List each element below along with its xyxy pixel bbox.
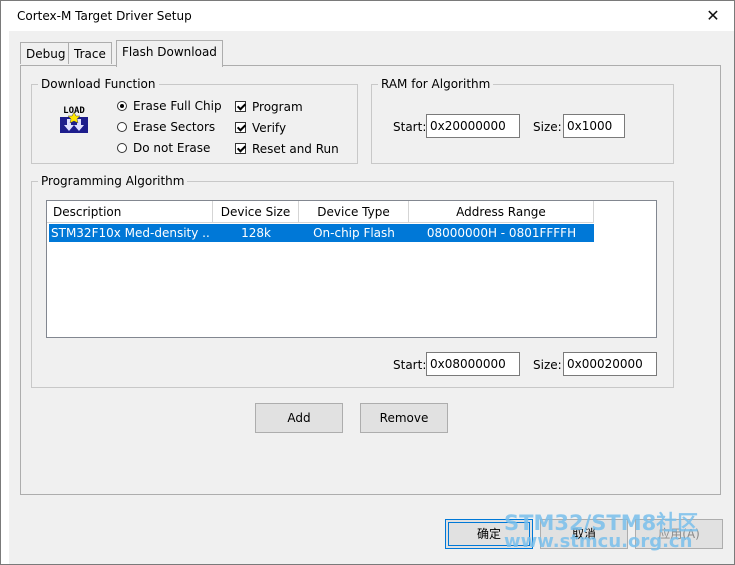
- column-header-description[interactable]: Description: [47, 201, 213, 223]
- radio-dot: [117, 101, 127, 111]
- window-title: Cortex-M Target Driver Setup: [17, 9, 192, 23]
- checkbox-reset-and-run[interactable]: Reset and Run: [235, 142, 339, 156]
- download-function-legend: Download Function: [38, 76, 159, 92]
- checkbox-program[interactable]: Program: [235, 100, 303, 114]
- checkbox-verify[interactable]: Verify: [235, 121, 286, 135]
- tab-flash-download[interactable]: Flash Download: [116, 40, 223, 67]
- tab-debug[interactable]: Debug: [20, 42, 72, 64]
- ram-start-label: Start:: [393, 120, 427, 134]
- algorithm-list-header: Description Device Size Device Type Addr…: [47, 201, 656, 223]
- column-header-device-size[interactable]: Device Size: [213, 201, 299, 223]
- watermark-line-2: www.stmcu.org.cn: [504, 531, 693, 552]
- ok-button-label: 确定: [476, 527, 501, 541]
- flash-start-input[interactable]: 0x08000000: [426, 352, 520, 376]
- table-row[interactable]: STM32F10x Med-density ... 128k On-chip F…: [49, 224, 594, 242]
- radio-erase-sectors[interactable]: Erase Sectors: [117, 120, 215, 134]
- radio-dot: [117, 143, 127, 153]
- radio-dot: [117, 122, 127, 132]
- ram-size-label: Size:: [533, 120, 562, 134]
- checkbox-box: [235, 101, 246, 112]
- radio-erase-full-chip[interactable]: Erase Full Chip: [117, 99, 222, 113]
- checkbox-label: Program: [252, 100, 303, 114]
- checkbox-label: Reset and Run: [252, 142, 339, 156]
- tab-trace[interactable]: Trace: [68, 42, 112, 64]
- cell-description: STM32F10x Med-density ...: [51, 226, 211, 240]
- dialog-window: Cortex-M Target Driver Setup ✕ Debug Tra…: [0, 0, 735, 565]
- ram-for-algorithm-legend: RAM for Algorithm: [378, 76, 494, 92]
- checkbox-box: [235, 122, 246, 133]
- title-bar[interactable]: Cortex-M Target Driver Setup ✕: [1, 1, 734, 31]
- ram-size-input[interactable]: 0x1000: [563, 114, 625, 138]
- checkbox-label: Verify: [252, 121, 287, 135]
- column-header-address-range[interactable]: Address Range: [409, 201, 594, 223]
- flash-start-label: Start:: [393, 358, 427, 372]
- close-icon[interactable]: ✕: [702, 5, 724, 27]
- radio-do-not-erase[interactable]: Do not Erase: [117, 141, 210, 155]
- cell-address-range: 08000000H - 0801FFFFH: [426, 226, 577, 240]
- tab-trace-label: Trace: [74, 47, 106, 61]
- radio-label: Erase Sectors: [133, 120, 216, 134]
- radio-label: Do not Erase: [133, 141, 211, 155]
- tab-debug-label: Debug: [26, 47, 66, 61]
- algorithm-list[interactable]: Description Device Size Device Type Addr…: [46, 200, 657, 338]
- cell-device-size: 128k: [241, 226, 271, 240]
- flash-size-input[interactable]: 0x00020000: [563, 352, 657, 376]
- remove-button[interactable]: Remove: [360, 403, 448, 433]
- programming-algorithm-legend: Programming Algorithm: [38, 173, 188, 189]
- load-icon: LOAD: [57, 101, 91, 137]
- radio-label: Erase Full Chip: [133, 99, 222, 113]
- checkbox-box: [235, 143, 246, 154]
- column-header-device-type[interactable]: Device Type: [299, 201, 409, 223]
- background-window-edge: [1, 31, 9, 564]
- tab-flash-download-label: Flash Download: [122, 45, 217, 59]
- ram-start-input[interactable]: 0x20000000: [426, 114, 520, 138]
- flash-size-label: Size:: [533, 358, 562, 372]
- cell-device-type: On-chip Flash: [313, 226, 395, 240]
- add-button[interactable]: Add: [255, 403, 343, 433]
